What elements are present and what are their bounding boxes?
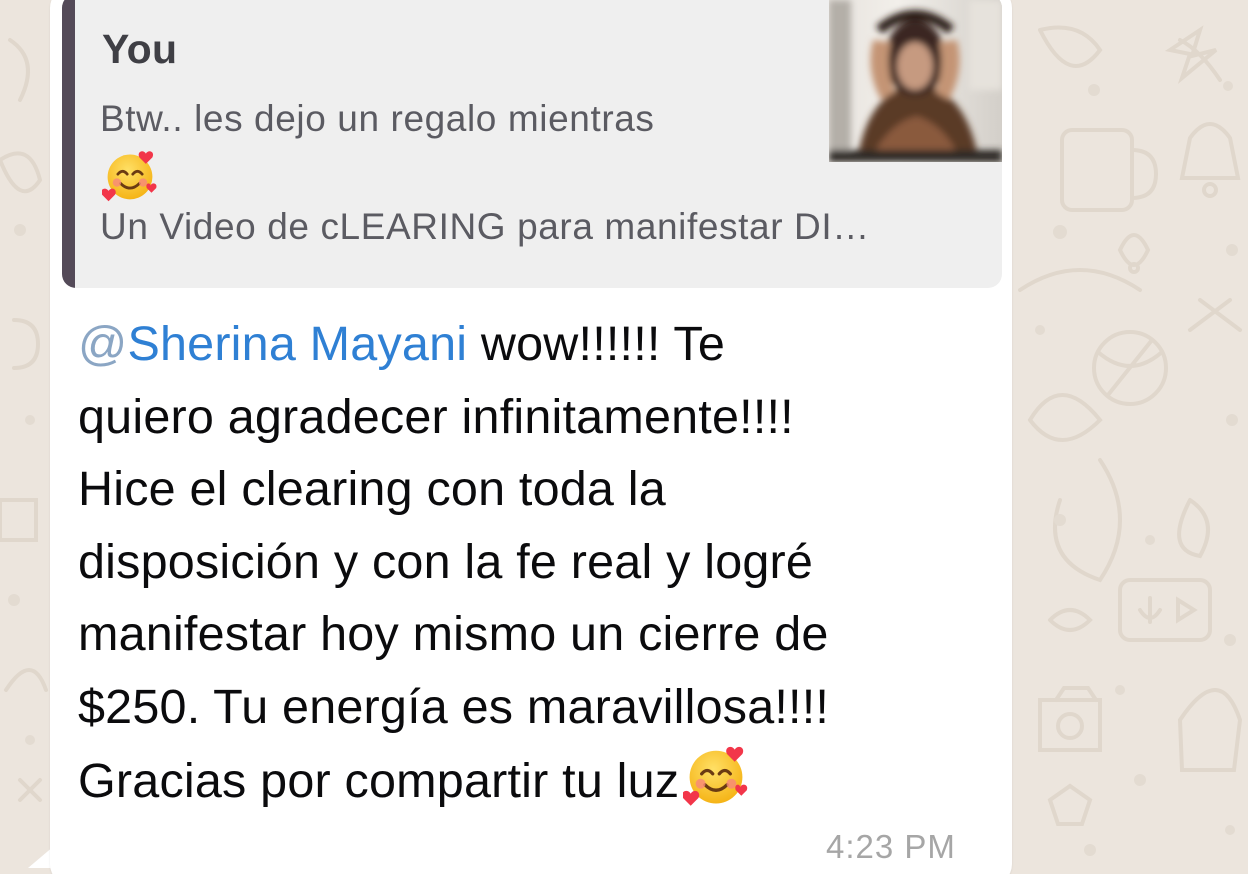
mention-at-sign: @ [78,317,128,371]
quoted-reply[interactable]: You Btw.. les dejo un regalo mientras Un… [62,0,1002,288]
smiling-face-with-hearts-icon [102,151,157,202]
quote-author: You [102,26,178,72]
message-line: disposición y con la fe real y logré [78,534,814,589]
message-line: Hice el clearing con toda la [78,462,666,516]
quote-text-line: Un Video de cLEARING para manifestar DI… [100,206,870,247]
message-line: Gracias por compartir tu luz [78,743,988,818]
message-body: @Sherina Mayani wow!!!!!! Te quiero agra… [78,308,988,818]
quote-text-line: Btw.. les dejo un regalo mientras [100,98,655,139]
mention-link[interactable]: Sherina Mayani [127,317,467,371]
message-line: $250. Tu energía es maravillosa!!!! [78,679,830,734]
message-text-segment: Gracias por compartir tu luz [78,754,680,808]
message-line: @Sherina Mayani wow!!!!!! Te [78,308,988,381]
message-timestamp: 4:23 PM [826,828,956,865]
quote-accent-bar [62,0,75,288]
message-line: manifestar hoy mismo un cierre de [78,607,829,661]
smiling-face-with-hearts-icon [683,746,748,806]
message-line: quiero agradecer infinitamente!!!! [78,389,794,444]
video-thumbnail-image[interactable] [829,0,1002,162]
message-text-segment: wow!!!!!! Te [467,317,726,371]
